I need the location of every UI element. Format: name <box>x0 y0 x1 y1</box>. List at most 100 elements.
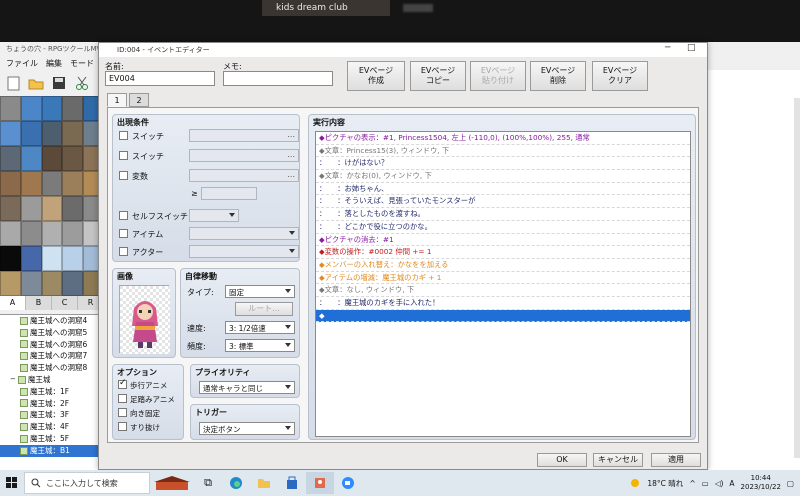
tile[interactable] <box>62 96 84 121</box>
switch1-field[interactable]: ... <box>189 129 299 142</box>
variable-field[interactable]: ... <box>189 169 299 182</box>
tile[interactable] <box>62 271 84 296</box>
command-row[interactable]: ◆文章：なし, ウィンドウ, 下 <box>316 284 690 297</box>
command-row[interactable]: ◆変数の操作：#0002 仲間 += 1 <box>316 246 690 259</box>
walking-anim-checkbox[interactable] <box>118 378 127 389</box>
page-tab-2[interactable]: 2 <box>129 93 149 107</box>
tile[interactable] <box>0 121 21 146</box>
command-row[interactable]: ： ：魔王城のカギを手に入れた！ <box>316 297 690 310</box>
minimize-icon[interactable]: ─ <box>665 43 670 53</box>
character-image-slot[interactable] <box>119 285 170 354</box>
command-row[interactable]: ： ：けがはない？ <box>316 157 690 171</box>
menu-mode[interactable]: モード <box>70 58 94 69</box>
shrine-widget-icon[interactable] <box>150 472 194 494</box>
menu-edit[interactable]: 編集 <box>46 58 62 69</box>
cancel-button[interactable]: キャンセル <box>593 453 643 467</box>
new-file-icon[interactable] <box>4 74 22 92</box>
command-list[interactable]: ◆ピクチャの表示：#1, Princess1504, 左上 (-110,0), … <box>315 131 691 437</box>
menu-file[interactable]: ファイル <box>6 58 38 69</box>
map-tree-item[interactable]: 魔王城：B1 <box>0 444 104 457</box>
command-row[interactable]: ◆メンバーの入れ替え：かなをを加える <box>316 259 690 272</box>
notification-icon[interactable]: ▢ <box>787 479 794 488</box>
command-row[interactable]: ◆文章：かなお(0), ウィンドウ, 下 <box>316 170 690 183</box>
tile[interactable] <box>62 246 84 271</box>
tile[interactable] <box>20 221 42 246</box>
self-switch-checkbox[interactable] <box>119 211 128 220</box>
tile[interactable] <box>0 146 21 171</box>
map-tree-item[interactable]: 魔王城への洞窟5 <box>0 327 104 339</box>
tile[interactable] <box>41 121 63 146</box>
movement-type-select[interactable]: 固定 <box>225 285 295 298</box>
map-tree-item[interactable]: 魔王城：2F <box>0 398 104 410</box>
network-icon[interactable]: ▭ <box>702 479 709 488</box>
tile[interactable] <box>0 196 21 221</box>
command-row[interactable]: ： ：そういえば、見張っていたモンスターが <box>316 195 690 209</box>
self-switch-combo[interactable] <box>189 209 239 222</box>
speed-select[interactable]: 3: 1/2倍速 <box>225 321 295 334</box>
tile[interactable] <box>20 121 42 146</box>
trigger-select[interactable]: 決定ボタン <box>199 422 295 435</box>
map-tree-item[interactable]: 魔王城への洞窟4 <box>0 315 104 327</box>
map-tree-item[interactable]: 魔王城：1F <box>0 386 104 398</box>
tile[interactable] <box>62 171 84 196</box>
switch1-checkbox[interactable] <box>119 131 128 140</box>
command-row[interactable]: ◆ピクチャの表示：#1, Princess1504, 左上 (-110,0), … <box>316 132 690 145</box>
through-checkbox[interactable] <box>118 422 127 431</box>
map-tree-item[interactable]: 魔王城：3F <box>0 409 104 421</box>
tile[interactable] <box>20 96 42 121</box>
tile[interactable] <box>41 171 63 196</box>
tile[interactable] <box>41 271 63 296</box>
command-row[interactable]: ： ：どこかで役に立つのかな。 <box>316 221 690 234</box>
tile[interactable] <box>41 196 63 221</box>
tile[interactable] <box>0 96 21 121</box>
maximize-icon[interactable]: □ <box>687 43 696 53</box>
switch2-field[interactable]: ... <box>189 149 299 162</box>
tile[interactable] <box>62 221 84 246</box>
map-tree-item[interactable]: − 魔王城 <box>0 374 104 386</box>
tile[interactable] <box>62 146 84 171</box>
map-tree-item[interactable]: 魔王城への洞窟6 <box>0 339 104 351</box>
map-tree-item[interactable]: 魔王城への洞窟7 <box>0 350 104 362</box>
cut-icon[interactable] <box>73 74 91 92</box>
tile[interactable] <box>20 196 42 221</box>
tile[interactable] <box>20 246 42 271</box>
save-icon[interactable] <box>50 74 68 92</box>
clear-page-button[interactable]: EVページ クリア <box>592 61 648 91</box>
tile[interactable] <box>62 196 84 221</box>
zoom-app-icon[interactable] <box>334 472 362 494</box>
open-folder-icon[interactable] <box>27 74 45 92</box>
map-tree-item[interactable]: 魔王城：5F <box>0 433 104 445</box>
store-icon[interactable] <box>278 472 306 494</box>
tileset-tab-a[interactable]: A <box>0 296 26 310</box>
direction-fix-checkbox[interactable] <box>118 408 127 417</box>
start-button[interactable] <box>0 477 24 489</box>
map-tree-item[interactable]: 魔王城への洞窟8 <box>0 362 104 374</box>
tileset-tab-c[interactable]: C <box>52 296 78 310</box>
file-explorer-icon[interactable] <box>250 472 278 494</box>
variable-checkbox[interactable] <box>119 171 128 180</box>
actor-combo[interactable] <box>189 245 299 258</box>
route-button[interactable]: ルート... <box>235 302 293 316</box>
tile[interactable] <box>62 121 84 146</box>
tile[interactable] <box>0 221 21 246</box>
tileset-palette[interactable] <box>0 96 104 296</box>
tile[interactable] <box>41 221 63 246</box>
item-combo[interactable] <box>189 227 299 240</box>
collapse-icon[interactable]: − <box>10 374 16 386</box>
map-canvas[interactable] <box>706 70 800 470</box>
command-row[interactable]: ◆アイテムの増減：魔王城のカギ + 1 <box>316 272 690 285</box>
switch2-checkbox[interactable] <box>119 151 128 160</box>
volume-icon[interactable]: ◁) <box>715 479 724 488</box>
item-checkbox[interactable] <box>119 229 128 238</box>
command-row[interactable]: ◆ <box>316 309 690 323</box>
chevron-up-icon[interactable]: ^ <box>689 479 695 488</box>
frequency-select[interactable]: 3: 標準 <box>225 339 295 352</box>
tile[interactable] <box>20 271 42 296</box>
variable-value-spinner[interactable] <box>201 187 257 200</box>
priority-select[interactable]: 通常キャラと同じ <box>199 381 295 394</box>
ok-button[interactable]: OK <box>537 453 587 467</box>
tile[interactable] <box>20 146 42 171</box>
tileset-tab-b[interactable]: B <box>26 296 52 310</box>
actor-checkbox[interactable] <box>119 247 128 256</box>
copy-page-button[interactable]: EVページ コピー <box>410 61 466 91</box>
